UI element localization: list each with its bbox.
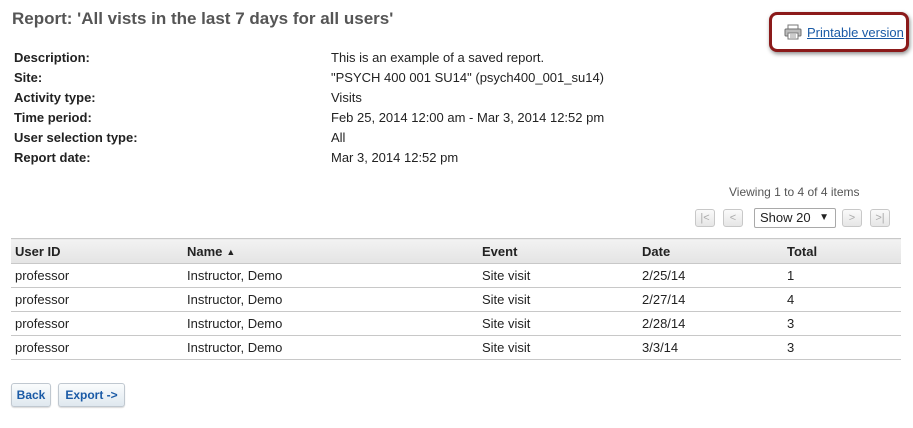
cell-total: 3	[783, 311, 901, 336]
cell-total: 1	[783, 263, 901, 288]
export-button[interactable]: Export ->	[58, 383, 125, 407]
meta-label: Description:	[14, 50, 90, 65]
last-page-button[interactable]: >|	[870, 209, 890, 227]
sort-ascending-icon: ▲︎	[226, 246, 236, 257]
cell-name: Instructor, Demo	[183, 287, 478, 312]
cell-event: Site visit	[478, 335, 638, 360]
page-size-select[interactable]: Show 20 ▼	[754, 208, 836, 228]
page-size-value: Show 20	[760, 210, 811, 225]
table-row: professor Instructor, Demo Site visit 2/…	[11, 287, 901, 312]
cell-user-id: professor	[11, 335, 183, 360]
meta-label: Time period:	[14, 110, 92, 125]
column-header-user-id[interactable]: User ID	[11, 238, 183, 264]
cell-user-id: professor	[11, 263, 183, 288]
cell-total: 4	[783, 287, 901, 312]
column-header-event[interactable]: Event	[478, 238, 638, 264]
table-header-row: User ID Name ▲︎ Event Date Total	[11, 238, 901, 264]
column-header-total[interactable]: Total	[783, 238, 901, 264]
cell-total: 3	[783, 335, 901, 360]
next-page-button[interactable]: >	[842, 209, 862, 227]
chevron-down-icon: ▼	[819, 212, 829, 223]
cell-date: 2/28/14	[638, 311, 783, 336]
back-button[interactable]: Back	[11, 383, 51, 407]
printer-icon[interactable]	[784, 24, 802, 40]
prev-page-button[interactable]: <	[723, 209, 743, 227]
cell-date: 2/27/14	[638, 287, 783, 312]
meta-label: Activity type:	[14, 90, 96, 105]
table-row: professor Instructor, Demo Site visit 2/…	[11, 263, 901, 288]
meta-value: "PSYCH 400 001 SU14" (psych400_001_su14)	[331, 70, 605, 85]
column-header-date[interactable]: Date	[638, 238, 783, 264]
cell-date: 3/3/14	[638, 335, 783, 360]
meta-value: Feb 25, 2014 12:00 am - Mar 3, 2014 12:5…	[331, 110, 605, 125]
cell-user-id: professor	[11, 287, 183, 312]
cell-name: Instructor, Demo	[183, 335, 478, 360]
cell-name: Instructor, Demo	[183, 263, 478, 288]
page-title: Report: 'All vists in the last 7 days fo…	[12, 9, 394, 28]
cell-event: Site visit	[478, 263, 638, 288]
meta-value: This is an example of a saved report.	[331, 50, 545, 65]
column-header-name[interactable]: Name ▲︎	[183, 238, 478, 264]
table-row: professor Instructor, Demo Site visit 3/…	[11, 335, 901, 360]
printable-version-link[interactable]: Printable version	[807, 25, 904, 40]
meta-label: User selection type:	[14, 130, 138, 145]
meta-label: Site:	[14, 70, 43, 85]
cell-date: 2/25/14	[638, 263, 783, 288]
meta-value: Visits	[331, 90, 362, 105]
table-row: professor Instructor, Demo Site visit 2/…	[11, 311, 901, 336]
column-header-name-label: Name	[187, 243, 223, 259]
cell-event: Site visit	[478, 287, 638, 312]
cell-event: Site visit	[478, 311, 638, 336]
first-page-button[interactable]: |<	[695, 209, 715, 227]
cell-user-id: professor	[11, 311, 183, 336]
meta-value: All	[331, 130, 346, 145]
report-table: User ID Name ▲︎ Event Date Total professo…	[11, 238, 901, 360]
meta-label: Report date:	[14, 150, 91, 165]
printable-version-box: Printable version	[769, 12, 909, 52]
cell-name: Instructor, Demo	[183, 311, 478, 336]
meta-value: Mar 3, 2014 12:52 pm	[331, 150, 459, 165]
viewing-count: Viewing 1 to 4 of 4 items	[729, 185, 860, 199]
